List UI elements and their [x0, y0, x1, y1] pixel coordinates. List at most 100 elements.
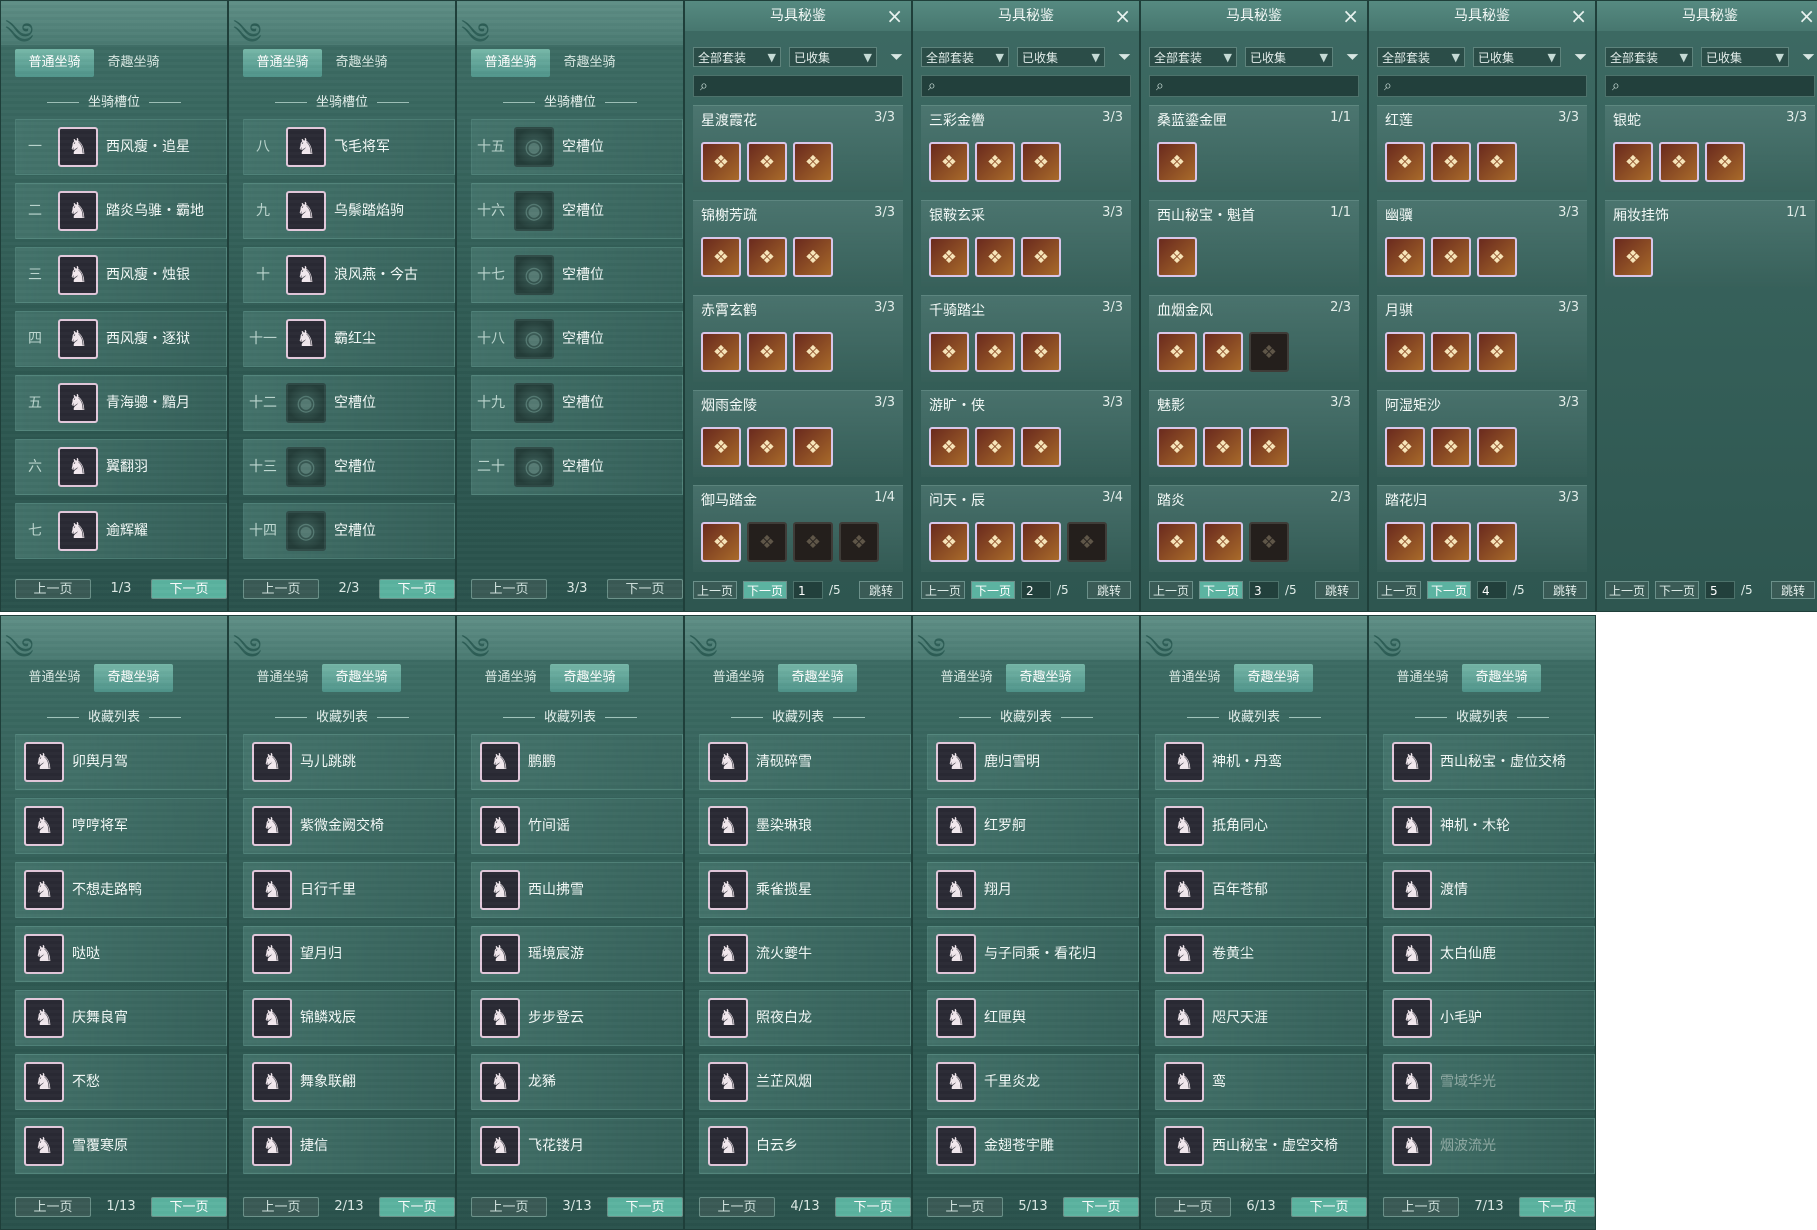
set-filter-dropdown[interactable]: 全部套装 ▼	[693, 47, 781, 67]
search-input[interactable]: ⌕	[1605, 75, 1815, 97]
next-page-button[interactable]: 下一页	[379, 579, 455, 599]
mount-row[interactable]: ♞ 鹿归雪明	[927, 734, 1139, 790]
search-input[interactable]: ⌕	[1377, 75, 1587, 97]
armor-piece-icon[interactable]: ❖	[1157, 237, 1197, 277]
next-page-button[interactable]: 下一页	[1655, 581, 1699, 599]
armor-piece-icon[interactable]: ❖	[1157, 142, 1197, 182]
mount-row[interactable]: 十八 ◉ 空槽位	[471, 311, 683, 367]
armor-piece-icon[interactable]: ❖	[1385, 522, 1425, 562]
armor-set-card[interactable]: 血烟金风 2/3 ❖ ❖ ❖	[1149, 295, 1359, 382]
armor-piece-icon[interactable]: ❖	[793, 332, 833, 372]
armor-piece-icon[interactable]: ❖	[1431, 332, 1471, 372]
armor-piece-icon[interactable]: ❖	[793, 237, 833, 277]
mount-row[interactable]: ♞ 卯舆月驾	[15, 734, 227, 790]
collected-filter-dropdown[interactable]: 已收集 ▼	[1245, 47, 1333, 67]
armor-set-card[interactable]: 赤霄玄鹤 3/3 ❖ ❖ ❖	[693, 295, 903, 382]
armor-piece-icon[interactable]: ❖	[701, 522, 741, 562]
prev-page-button[interactable]: 上一页	[243, 1197, 319, 1217]
armor-piece-icon[interactable]: ❖	[975, 427, 1015, 467]
armor-piece-icon[interactable]: ❖	[1021, 427, 1061, 467]
prev-page-button[interactable]: 上一页	[1149, 581, 1193, 599]
page-number-input[interactable]: 3	[1249, 581, 1279, 599]
tab-fun-mount[interactable]: 奇趣坐骑	[1006, 664, 1085, 692]
next-page-button[interactable]: 下一页	[607, 579, 683, 599]
armor-piece-icon[interactable]: ❖	[701, 332, 741, 372]
tab-normal-mount[interactable]: 普通坐骑	[1383, 664, 1462, 692]
close-icon[interactable]: ×	[886, 5, 903, 27]
mount-row[interactable]: ♞ 小毛驴	[1383, 990, 1595, 1046]
prev-page-button[interactable]: 上一页	[471, 579, 547, 599]
mount-row[interactable]: ♞ 千里炎龙	[927, 1054, 1139, 1110]
armor-piece-icon[interactable]: ❖	[1613, 142, 1653, 182]
next-page-button[interactable]: 下一页	[151, 1197, 227, 1217]
mount-row[interactable]: 十九 ◉ 空槽位	[471, 375, 683, 431]
mount-row[interactable]: ♞ 神机・木轮	[1383, 798, 1595, 854]
armor-set-card[interactable]: 桑蓝鎏金匣 1/1 ❖	[1149, 105, 1359, 192]
tab-fun-mount[interactable]: 奇趣坐骑	[94, 49, 173, 77]
armor-piece-icon[interactable]: ❖	[929, 142, 969, 182]
mount-row[interactable]: 十五 ◉ 空槽位	[471, 119, 683, 175]
prev-page-button[interactable]: 上一页	[1377, 581, 1421, 599]
armor-piece-icon[interactable]: ❖	[1431, 237, 1471, 277]
armor-piece-icon[interactable]: ❖	[975, 332, 1015, 372]
armor-set-card[interactable]: 千骑踏尘 3/3 ❖ ❖ ❖	[921, 295, 1131, 382]
armor-piece-icon[interactable]: ❖	[975, 237, 1015, 277]
prev-page-button[interactable]: 上一页	[1605, 581, 1649, 599]
set-filter-dropdown[interactable]: 全部套装 ▼	[1149, 47, 1237, 67]
filter-funnel-icon[interactable]: ⏷	[1574, 47, 1587, 67]
jump-button[interactable]: 跳转	[1771, 581, 1815, 599]
mount-row[interactable]: ♞ 雪域华光	[1383, 1054, 1595, 1110]
armor-piece-icon[interactable]: ❖	[701, 427, 741, 467]
mount-row[interactable]: ♞ 卷黄尘	[1155, 926, 1367, 982]
armor-piece-icon[interactable]: ❖	[929, 427, 969, 467]
armor-set-card[interactable]: 魅影 3/3 ❖ ❖ ❖	[1149, 390, 1359, 477]
tab-normal-mount[interactable]: 普通坐骑	[243, 49, 322, 77]
armor-piece-icon[interactable]: ❖	[1157, 427, 1197, 467]
armor-set-card[interactable]: 厢妆挂饰 1/1 ❖	[1605, 200, 1815, 287]
armor-piece-icon[interactable]: ❖	[975, 142, 1015, 182]
mount-row[interactable]: ♞ 不愁	[15, 1054, 227, 1110]
prev-page-button[interactable]: 上一页	[1383, 1197, 1459, 1217]
mount-row[interactable]: ♞ 舞象联翩	[243, 1054, 455, 1110]
armor-piece-icon[interactable]: ❖	[1477, 332, 1517, 372]
armor-piece-icon[interactable]: ❖	[747, 332, 787, 372]
tab-normal-mount[interactable]: 普通坐骑	[471, 49, 550, 77]
prev-page-button[interactable]: 上一页	[15, 579, 91, 599]
mount-row[interactable]: ♞ 金翅苍宇雕	[927, 1118, 1139, 1174]
armor-set-card[interactable]: 锦榭芳疏 3/3 ❖ ❖ ❖	[693, 200, 903, 287]
armor-piece-icon[interactable]: ❖	[1385, 332, 1425, 372]
search-input[interactable]: ⌕	[921, 75, 1131, 97]
mount-row[interactable]: ♞ 鸾	[1155, 1054, 1367, 1110]
mount-row[interactable]: 七 ♞ 逾辉耀	[15, 503, 227, 559]
jump-button[interactable]: 跳转	[1087, 581, 1131, 599]
page-number-input[interactable]: 4	[1477, 581, 1507, 599]
mount-row[interactable]: ♞ 锦鳞戏辰	[243, 990, 455, 1046]
mount-row[interactable]: ♞ 照夜白龙	[699, 990, 911, 1046]
prev-page-button[interactable]: 上一页	[699, 1197, 775, 1217]
mount-row[interactable]: ♞ 红匣舆	[927, 990, 1139, 1046]
page-number-input[interactable]: 5	[1705, 581, 1735, 599]
armor-piece-icon[interactable]: ❖	[1385, 142, 1425, 182]
armor-piece-icon[interactable]: ❖	[701, 237, 741, 277]
mount-row[interactable]: ♞ 清砚碎雪	[699, 734, 911, 790]
mount-row[interactable]: ♞ 百年苍郁	[1155, 862, 1367, 918]
mount-row[interactable]: ♞ 雪覆寒原	[15, 1118, 227, 1174]
prev-page-button[interactable]: 上一页	[1155, 1197, 1231, 1217]
collected-filter-dropdown[interactable]: 已收集 ▼	[789, 47, 877, 67]
next-page-button[interactable]: 下一页	[1199, 581, 1243, 599]
armor-piece-icon[interactable]: ❖	[1157, 332, 1197, 372]
armor-piece-icon[interactable]: ❖	[1203, 522, 1243, 562]
tab-fun-mount[interactable]: 奇趣坐骑	[550, 49, 629, 77]
mount-row[interactable]: 二 ♞ 踏炎乌骓・霸地	[15, 183, 227, 239]
armor-piece-icon[interactable]: ❖	[1431, 427, 1471, 467]
tab-fun-mount[interactable]: 奇趣坐骑	[322, 49, 401, 77]
armor-set-card[interactable]: 红莲 3/3 ❖ ❖ ❖	[1377, 105, 1587, 192]
tab-fun-mount[interactable]: 奇趣坐骑	[1462, 664, 1541, 692]
collected-filter-dropdown[interactable]: 已收集 ▼	[1473, 47, 1561, 67]
armor-set-card[interactable]: 三彩金轡 3/3 ❖ ❖ ❖	[921, 105, 1131, 192]
armor-set-card[interactable]: 银鞍玄采 3/3 ❖ ❖ ❖	[921, 200, 1131, 287]
mount-row[interactable]: ♞ 西山秘宝・虚空交椅	[1155, 1118, 1367, 1174]
next-page-button[interactable]: 下一页	[1291, 1197, 1367, 1217]
armor-piece-icon[interactable]: ❖	[793, 427, 833, 467]
mount-row[interactable]: 十三 ◉ 空槽位	[243, 439, 455, 495]
